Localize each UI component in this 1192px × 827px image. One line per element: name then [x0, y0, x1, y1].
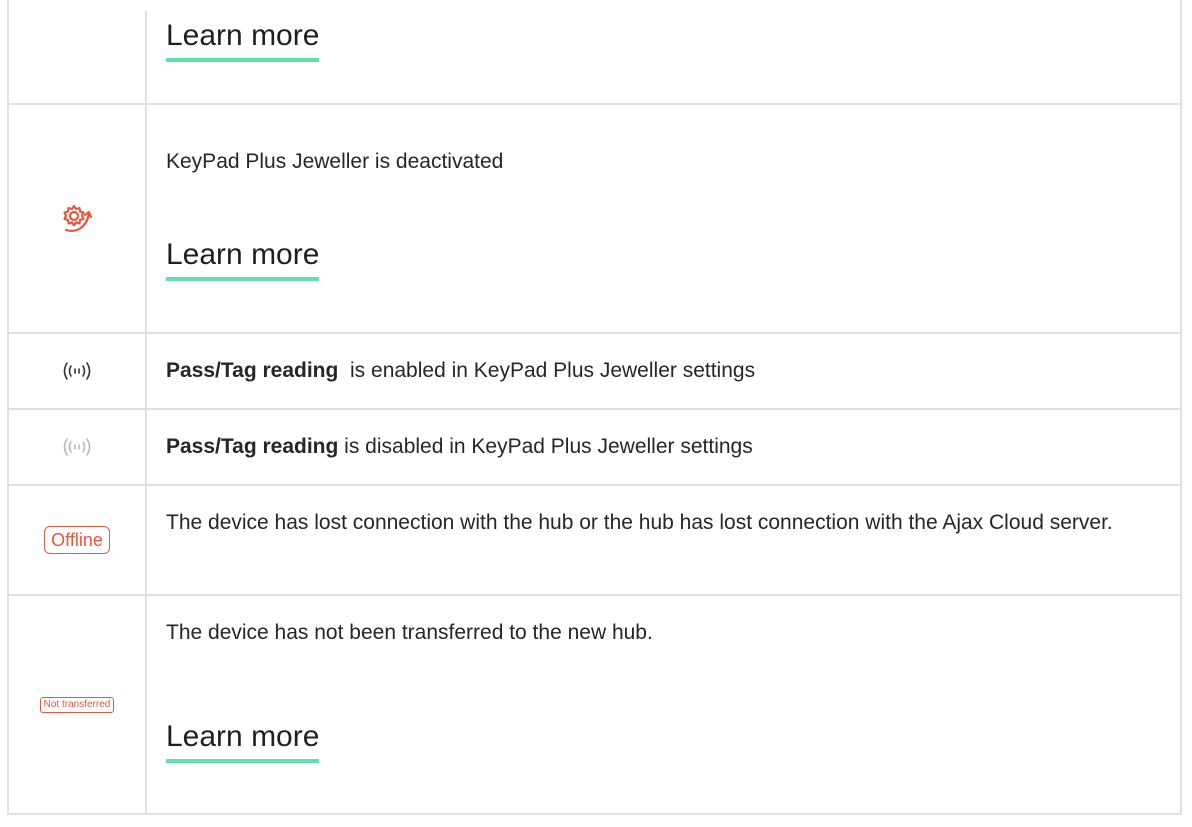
table-row: KeyPad Plus Jeweller is deactivated Lear… — [9, 105, 1180, 334]
table-row: Pass/Tag reading is enabled in KeyPad Pl… — [9, 334, 1180, 410]
radio-waves-icon — [9, 334, 145, 408]
setting-name: Pass/Tag reading — [166, 359, 339, 382]
row-description: Pass/Tag reading is enabled in KeyPad Pl… — [166, 354, 1160, 388]
setting-state: is enabled in KeyPad Plus Jeweller setti… — [338, 359, 756, 382]
learn-more-link[interactable]: Learn more — [166, 18, 320, 62]
learn-more-link[interactable]: Learn more — [166, 719, 320, 763]
learn-more-link[interactable]: Learn more — [166, 237, 320, 281]
table-row: Not transferred The device has not been … — [9, 596, 1180, 815]
column-divider — [145, 10, 147, 103]
column-divider — [145, 596, 147, 813]
row-description: Pass/Tag reading is disabled in KeyPad P… — [166, 430, 1160, 464]
row-description: The device has not been transferred to t… — [166, 621, 653, 644]
row-description: KeyPad Plus Jeweller is deactivated — [166, 150, 504, 173]
column-divider — [145, 410, 147, 484]
column-divider — [145, 486, 147, 594]
column-divider — [145, 334, 147, 408]
row-description: The device has lost connection with the … — [166, 511, 1113, 534]
gear-arrow-icon — [9, 105, 145, 332]
offline-badge: Offline — [44, 526, 110, 554]
table-row: Pass/Tag reading is disabled in KeyPad P… — [9, 410, 1180, 486]
table-row: Learn more — [9, 0, 1180, 105]
table-row: Offline The device has lost connection w… — [9, 486, 1180, 596]
column-divider — [145, 105, 147, 332]
status-table: Learn more KeyPad Plus Jeweller is deact… — [7, 0, 1182, 815]
radio-waves-icon — [9, 410, 145, 484]
setting-name: Pass/Tag reading — [166, 435, 339, 458]
not-transferred-badge: Not transferred — [39, 696, 115, 713]
setting-state: is disabled in KeyPad Plus Jeweller sett… — [338, 435, 753, 458]
